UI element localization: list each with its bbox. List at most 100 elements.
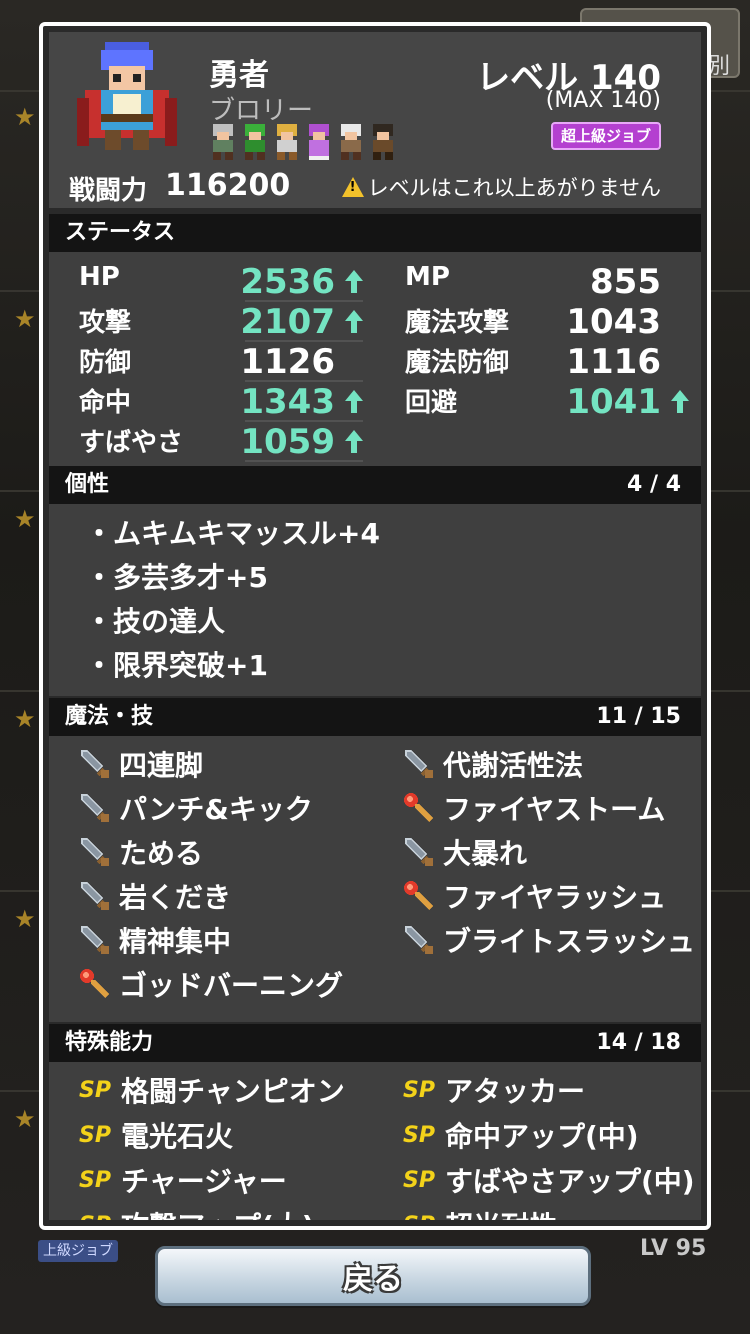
skill-label: パンチ&キック <box>119 793 313 826</box>
level-warning-text: レベルはこれ以上あがりません <box>367 176 661 200</box>
skill-item[interactable]: 精神集中 <box>79 920 231 960</box>
stat-row: 命中 1343 <box>79 382 369 422</box>
stat-up-arrow-icon <box>345 310 363 334</box>
stat-name: HP <box>79 262 120 292</box>
stat-value: 1043 <box>566 302 661 342</box>
job-name: 勇者 <box>209 58 269 93</box>
back-button[interactable]: 戻る <box>155 1246 591 1306</box>
stat-row: MP 855 <box>405 262 695 302</box>
stat-row: 攻撃 2107 <box>79 302 369 342</box>
ability-item[interactable]: SP 攻撃アップ(大) <box>79 1205 315 1220</box>
party-member-icon <box>373 124 393 160</box>
skills-header: 魔法・技 11 / 15 <box>49 698 701 736</box>
trait-item: ・限界突破+1 <box>85 649 268 682</box>
sword-icon <box>81 882 109 910</box>
ability-label: 命中アップ(中) <box>445 1120 639 1153</box>
sword-icon <box>405 838 433 866</box>
status-header-label: ステータス <box>65 220 176 245</box>
staff-icon <box>404 881 433 910</box>
player-name: ブロリー <box>209 96 314 126</box>
skill-item[interactable]: 岩くだき <box>79 876 231 916</box>
sword-icon <box>81 750 109 778</box>
abilities-panel: SP 格闘チャンピオン SP 電光石火 SP チャージャー SP 攻撃アップ(大) SP アタッカ… <box>49 1062 701 1220</box>
traits-panel: ・ムキムキマッスル+4 ・多芸多才+5 ・技の達人 ・限界突破+1 <box>49 504 701 696</box>
stat-value: 855 <box>590 262 661 302</box>
sp-icon: SP <box>79 1213 113 1221</box>
stat-value: 1041 <box>566 382 661 422</box>
sword-icon <box>81 926 109 954</box>
trait-item: ・技の達人 <box>85 605 226 638</box>
abilities-header: 特殊能力 14 / 18 <box>49 1024 701 1062</box>
sp-icon: SP <box>403 1077 435 1103</box>
abilities-count: 14 / 18 <box>596 1030 681 1055</box>
skill-item[interactable]: ブライトスラッシュ <box>403 920 695 960</box>
warning-icon <box>341 177 364 197</box>
star-icon: ★ <box>14 505 36 533</box>
skills-panel: 四連脚パンチ&キック ためる岩くだき精神集中ゴッドバーニング 代謝活性法ファイヤスト… <box>49 736 701 1022</box>
ability-label: チャージャー <box>121 1165 287 1198</box>
skill-label: ゴッドバーニング <box>119 969 344 1002</box>
power-value: 116200 <box>165 168 291 203</box>
skill-item[interactable]: ファイヤラッシュ <box>403 876 666 916</box>
status-panel: HP 2536 攻撃 2107 防御 1126 命中 1343 すばやさ 1059 MP 855 魔法… <box>49 252 701 466</box>
ability-item[interactable]: SP 電光石火 <box>79 1115 233 1155</box>
background-level: LV 95 <box>640 1236 707 1261</box>
skills-count: 11 / 15 <box>596 704 681 729</box>
skill-item[interactable]: 代謝活性法 <box>403 744 583 784</box>
stat-up-arrow-icon <box>345 430 363 454</box>
ability-item[interactable]: SP すばやさアップ(中) <box>403 1160 695 1200</box>
staff-icon <box>80 969 109 998</box>
star-icon: ★ <box>14 705 36 733</box>
skill-label: ためる <box>119 837 204 870</box>
trait-item: ・ムキムキマッスル+4 <box>85 517 380 550</box>
sp-icon: SP <box>79 1167 111 1193</box>
skill-label: ファイヤラッシュ <box>443 881 667 914</box>
stat-up-arrow-icon <box>671 390 689 414</box>
skill-item[interactable]: ためる <box>79 832 203 872</box>
background-job-label: 上級ジョブ <box>38 1240 118 1262</box>
skill-item[interactable]: パンチ&キック <box>79 788 313 828</box>
skill-item[interactable]: 四連脚 <box>79 744 203 784</box>
skills-header-label: 魔法・技 <box>65 704 154 729</box>
star-icon: ★ <box>14 1105 36 1133</box>
skill-item[interactable]: 大暴れ <box>403 832 527 872</box>
skill-label: ブライトスラッシュ <box>443 925 696 958</box>
party-members <box>209 124 397 160</box>
party-member-icon <box>309 124 329 160</box>
sword-icon <box>81 838 109 866</box>
star-icon: ★ <box>14 305 36 333</box>
power-label: 戦闘力 <box>69 176 148 206</box>
ability-item[interactable]: SP チャージャー <box>79 1160 287 1200</box>
stat-name: 魔法防御 <box>405 348 510 378</box>
star-icon: ★ <box>14 103 36 131</box>
skill-label: 岩くだき <box>119 881 232 914</box>
stat-name: 防御 <box>79 348 132 378</box>
hero-sprite-icon <box>77 42 177 150</box>
stat-value: 1343 <box>240 382 335 422</box>
character-detail-dialog: 勇者 ブロリー レベル 140 (MAX 140) 超上級ジョブ 戦闘力 116… <box>39 22 711 1230</box>
stat-name: 魔法攻撃 <box>405 308 510 338</box>
stat-row: HP 2536 <box>79 262 369 302</box>
background-tab-label: 別 <box>707 54 730 79</box>
sword-icon <box>405 750 433 778</box>
stat-value: 2107 <box>240 302 335 342</box>
skill-label: 代謝活性法 <box>443 749 584 782</box>
ability-label: 格闘チャンピオン <box>121 1075 345 1108</box>
ability-label: 攻撃アップ(大) <box>121 1205 315 1220</box>
skill-item[interactable]: ゴッドバーニング <box>79 964 343 1004</box>
stat-row: すばやさ 1059 <box>79 422 369 462</box>
dialog-content[interactable]: 勇者 ブロリー レベル 140 (MAX 140) 超上級ジョブ 戦闘力 116… <box>49 32 701 1220</box>
stat-name: 回避 <box>405 388 458 418</box>
stat-name: すばやさ <box>79 428 184 458</box>
stat-name: MP <box>405 262 450 292</box>
skill-item[interactable]: ファイヤストーム <box>403 788 665 828</box>
ability-item[interactable]: SP 格闘チャンピオン <box>79 1070 345 1110</box>
stat-row: 魔法防御 1116 <box>405 342 695 382</box>
sp-icon: SP <box>79 1122 111 1148</box>
party-member-icon <box>341 124 361 160</box>
job-rank-badge: 超上級ジョブ <box>550 122 661 150</box>
ability-item[interactable]: SP アタッカー <box>403 1070 585 1110</box>
ability-item[interactable]: SP 超光耐性 <box>403 1205 557 1220</box>
sword-icon <box>81 794 109 822</box>
ability-item[interactable]: SP 命中アップ(中) <box>403 1115 639 1155</box>
